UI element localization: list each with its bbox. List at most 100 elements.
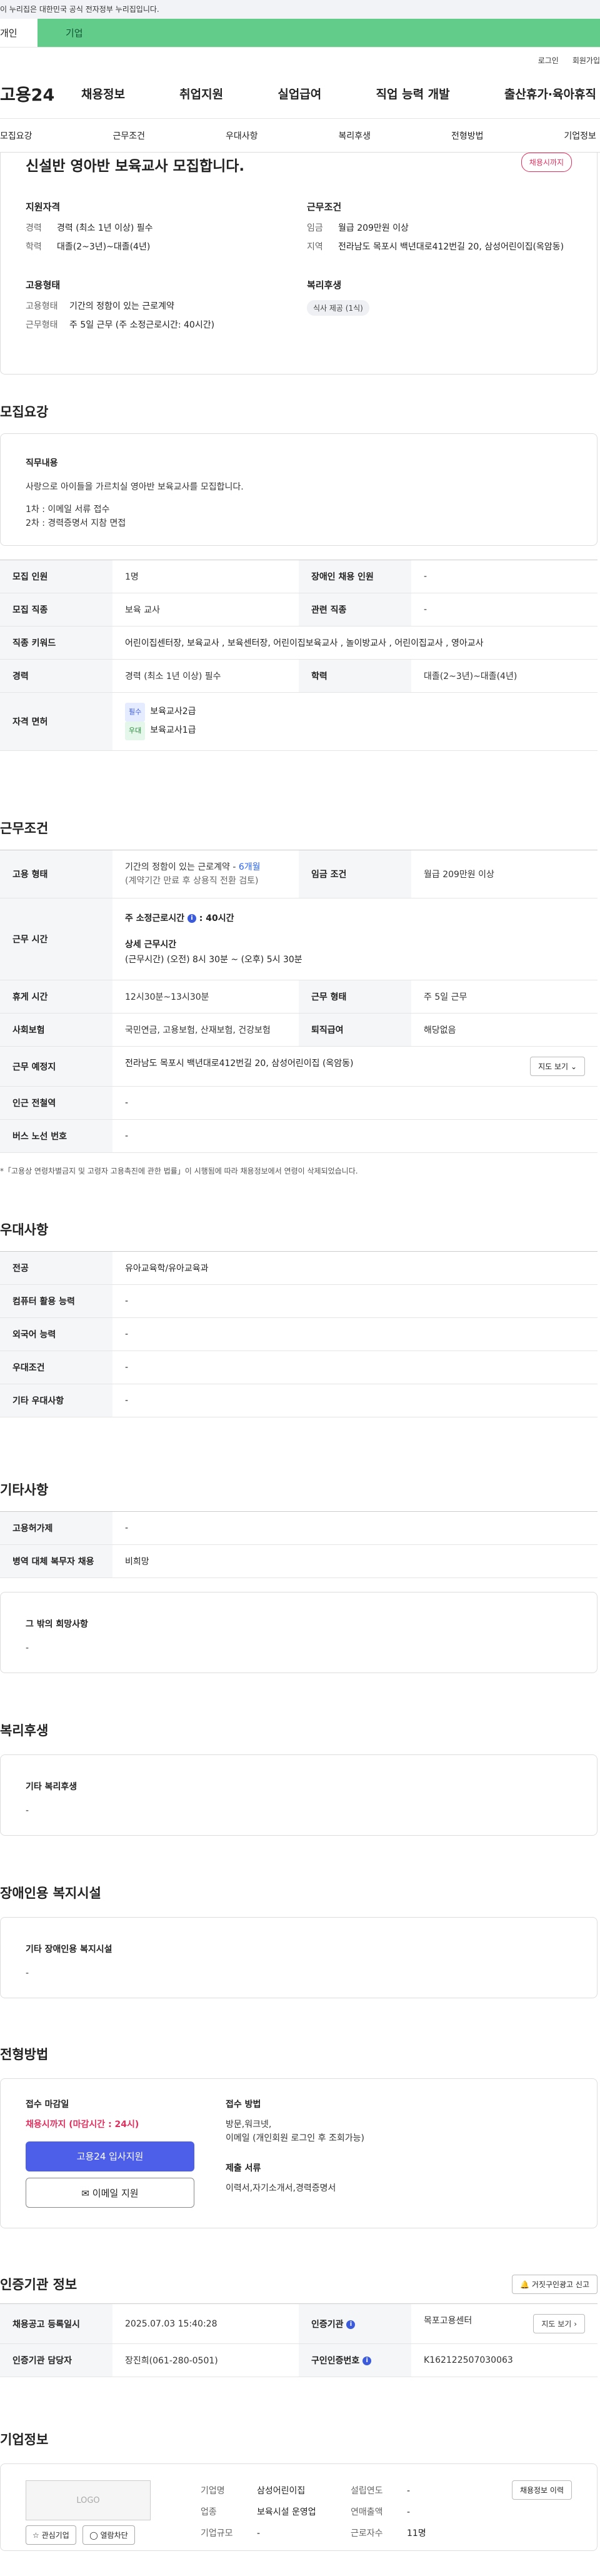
company-v: 보육시설 운영업	[257, 2507, 316, 2517]
signup-link[interactable]: 회원가입	[572, 55, 600, 69]
company-box: LOGO ☆ 관심기업 ◯ 열람차단 기업명 삼성어린이집 설립연도 - 업종 보육시설…	[0, 2463, 598, 2551]
th: 휴게 시간	[0, 980, 112, 1014]
deadline-badge: 채용시까지	[521, 153, 572, 172]
emp-k: 고용형태	[26, 301, 58, 311]
td: -	[411, 560, 598, 593]
company-k: 기업규모	[201, 2528, 233, 2538]
table-row: 직종 키워드 어린이집센터장, 보육교사 , 보육센터장, 어린이집보육교사 ,…	[0, 626, 598, 660]
docs-title: 제출 서류	[226, 2163, 261, 2173]
table-row: 기타 우대사항 -	[0, 1384, 598, 1417]
th: 학력	[299, 659, 411, 693]
docs-value: 이력서,자기소개서,경력증명서	[226, 2183, 336, 2193]
th: 채용공고 등록일시	[0, 2303, 112, 2344]
job-title: 신설반 영아반 보육교사 모집합니다.	[26, 158, 245, 174]
apply-button[interactable]: 고용24 입사지원	[26, 2141, 194, 2171]
subnav-screening[interactable]: 전형방법	[451, 129, 484, 142]
td: -	[112, 1086, 598, 1120]
age-notice: *「고용상 연령차별금지 및 고령자 고용촉진에 관한 법률」이 시행됨에 따라…	[0, 1167, 358, 1175]
th: 모집 직종	[0, 593, 112, 626]
map-button[interactable]: 지도 보기 ⌄	[530, 1057, 585, 1076]
company-v: 11명	[407, 2528, 426, 2538]
method-line: 방문,워크넷,	[226, 2120, 272, 2130]
place-cell: 전라남도 목포시 백년대로412번길 20, 삼성어린이집 (옥암동) 지도 보…	[112, 1046, 598, 1087]
gov-notice-bar: 이 누리집은 대한민국 공식 전자정부 누리집입니다.	[0, 0, 600, 19]
work-time-cell: 주 소정근로시간 i : 40시간 상세 근무시간 (근무시간) (오전) 8시…	[112, 898, 598, 980]
td: -	[411, 593, 598, 626]
gnb-job-support[interactable]: 취업지원	[179, 85, 223, 102]
disabled-box-title: 기타 장애인용 복지시설	[26, 1945, 112, 1955]
emp-v: 주 5일 근무 (주 소정근로시간: 40시간)	[69, 320, 215, 330]
info-icon[interactable]: i	[187, 914, 196, 923]
site-logo[interactable]: 고용24	[0, 81, 81, 106]
th: 병역 대체 복무자 채용	[0, 1544, 112, 1578]
section-title-recruit: 모집요강	[0, 405, 49, 420]
subnav-pref[interactable]: 우대사항	[226, 129, 258, 142]
table-row: 컴퓨터 활용 능력 -	[0, 1284, 598, 1318]
gnb-leave[interactable]: 출산휴가·육아휴직	[504, 85, 596, 102]
td: K162122507030063	[411, 2343, 598, 2377]
report-label: 거짓구인광고 신고	[531, 2280, 589, 2289]
cert-map-label: 지도 보기	[541, 2320, 572, 2328]
th: 자격 면허	[0, 692, 112, 751]
favorite-button[interactable]: ☆ 관심기업	[26, 2525, 76, 2545]
tab-company[interactable]: 기업	[38, 19, 600, 47]
subnav-work[interactable]: 근무조건	[112, 129, 145, 142]
duty-line: 2차 : 경력증명서 지참 면접	[26, 518, 126, 528]
section-title-work: 근무조건	[0, 821, 49, 836]
emp-heading: 고용형태	[26, 279, 61, 291]
star-icon: ☆	[32, 2531, 39, 2540]
table-row: 병역 대체 복무자 채용 비희망	[0, 1544, 598, 1578]
etc-table: 고용허가제 - 병역 대체 복무자 채용 비희망	[0, 1511, 598, 1578]
section-nav: 모집요강 근무조건 우대사항 복리후생 전형방법 기업정보	[0, 119, 600, 153]
table-row: 자격 면허 필수 보육교사2급 우대 보육교사1급	[0, 692, 598, 751]
th: 퇴직급여	[299, 1013, 411, 1047]
block-button[interactable]: ◯ 열람차단	[82, 2525, 135, 2545]
report-button[interactable]: 🔔 거짓구인광고 신고	[512, 2275, 598, 2294]
table-row: 모집 인원 1명 장애인 채용 인원 -	[0, 560, 598, 593]
th: 구인인증번호 i	[299, 2343, 411, 2377]
table-row: 근무 예정지 전라남도 목포시 백년대로412번길 20, 삼성어린이집 (옥암…	[0, 1046, 598, 1087]
cert-map-button[interactable]: 지도 보기 ›	[533, 2314, 585, 2333]
history-button[interactable]: 채용정보 이력	[511, 2480, 572, 2500]
subnav-welfare[interactable]: 복리후생	[338, 129, 371, 142]
info-icon[interactable]: i	[362, 2357, 372, 2365]
info-icon[interactable]: i	[346, 2320, 356, 2329]
company-v: -	[407, 2486, 411, 2496]
th: 고용 형태	[0, 850, 112, 898]
recruit-table: 모집 인원 1명 장애인 채용 인원 - 모집 직종 보육 교사 관련 직종 -…	[0, 560, 598, 751]
th: 외국어 능력	[0, 1317, 112, 1351]
td: -	[112, 1351, 598, 1384]
login-link[interactable]: 로그인	[538, 55, 559, 69]
preferred-tag: 우대	[125, 722, 146, 740]
qual-k: 학력	[26, 242, 42, 252]
detail-hours-title: 상세 근무시간	[125, 940, 177, 950]
gnb-unemployment[interactable]: 실업급여	[278, 85, 321, 102]
cert-table: 채용공고 등록일시 2025.07.03 15:40:28 인증기관 i 목포고…	[0, 2303, 598, 2377]
chevron-down-icon: ⌄	[570, 1062, 577, 1071]
th: 우대조건	[0, 1351, 112, 1384]
td: -	[112, 1511, 598, 1545]
license-pref: 보육교사1급	[150, 725, 196, 735]
gnb-training[interactable]: 직업 능력 개발	[376, 85, 450, 102]
emp-type-note: (계약기간 만료 후 상용직 전환 검토)	[125, 876, 259, 886]
deadline-title: 접수 마감일	[26, 2100, 69, 2110]
email-apply-button[interactable]: ✉ 이메일 지원	[26, 2178, 194, 2208]
th: 근무 형태	[299, 980, 411, 1014]
company-v: 삼성어린이집	[257, 2486, 306, 2496]
summary-card: 신설반 영아반 보육교사 모집합니다. 채용시까지 지원자격 경력 경력 (최소 …	[0, 153, 598, 375]
subnav-company[interactable]: 기업정보	[564, 129, 596, 142]
td: 보육 교사	[112, 593, 299, 626]
license-req: 보육교사2급	[150, 707, 196, 717]
license-cell: 필수 보육교사2급 우대 보육교사1급	[112, 692, 598, 751]
gnb-recruit[interactable]: 채용정보	[81, 85, 125, 102]
td: 해당없음	[411, 1013, 598, 1047]
section-title-company: 기업정보	[0, 2432, 49, 2447]
table-row: 고용허가제 -	[0, 1511, 598, 1545]
th: 고용허가제	[0, 1511, 112, 1545]
th: 인근 전철역	[0, 1086, 112, 1120]
subnav-recruit[interactable]: 모집요강	[0, 129, 32, 142]
tab-personal[interactable]: 개인	[0, 19, 38, 47]
cert-agency-label: 인증기관	[311, 2319, 344, 2330]
emp-v: 기간의 정함이 있는 근로계약	[69, 301, 174, 311]
section-title-welfare: 복리후생	[0, 1723, 49, 1738]
